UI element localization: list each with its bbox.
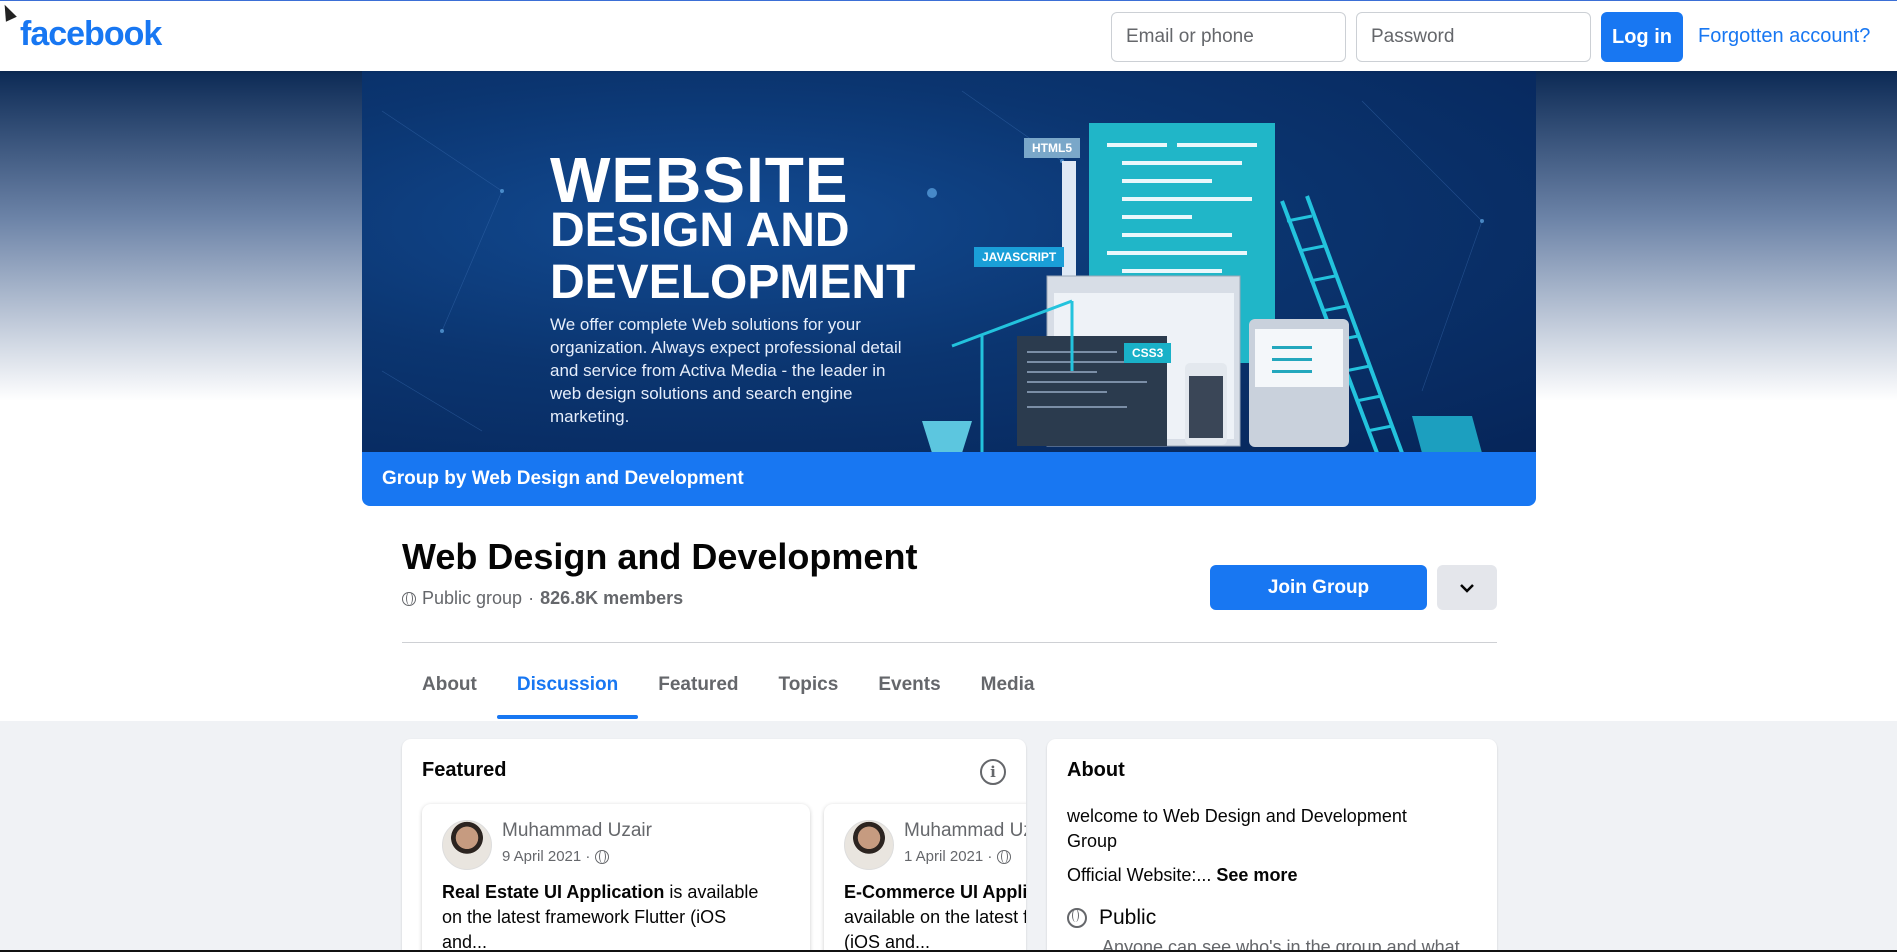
post-date-text[interactable]: 9 April 2021 ·	[502, 848, 590, 865]
globe-icon	[595, 849, 610, 864]
group-tabs: About Discussion Featured Topics Events …	[402, 650, 1055, 720]
about-website-text: Official Website:...	[1067, 865, 1212, 885]
cover-subheadline: DESIGN AND DEVELOPMENT	[550, 204, 916, 309]
post-title[interactable]: E-Commerce UI Application	[844, 882, 1026, 902]
featured-card: Featured i Muhammad Uzair 9 April 2021 ·…	[402, 739, 1026, 952]
html5-badge: HTML5	[1024, 138, 1080, 158]
tab-media[interactable]: Media	[961, 650, 1055, 719]
globe-icon	[1067, 908, 1087, 928]
post-text: E-Commerce UI Application is available o…	[844, 880, 1026, 952]
globe-icon	[402, 591, 416, 606]
avatar[interactable]	[442, 820, 492, 870]
tab-events[interactable]: Events	[858, 650, 960, 719]
login-button[interactable]: Log in	[1601, 12, 1683, 62]
css3-badge: CSS3	[1124, 343, 1172, 363]
globe-icon	[997, 849, 1012, 864]
facebook-logo[interactable]: facebook	[20, 15, 162, 54]
post-title[interactable]: Real Estate UI Application	[442, 882, 664, 902]
forgotten-account-link[interactable]: Forgotten account?	[1698, 25, 1870, 48]
about-website: Official Website:... See more	[1067, 863, 1447, 888]
group-privacy: Public group	[422, 588, 523, 608]
header-divider	[402, 642, 1497, 643]
post-date-text[interactable]: 1 April 2021 ·	[904, 848, 992, 865]
post-author[interactable]: Muhammad Uzair	[502, 820, 652, 842]
join-group-button[interactable]: Join Group	[1210, 565, 1427, 610]
group-meta: Public group · 826.8K members	[402, 588, 683, 609]
tab-about[interactable]: About	[402, 650, 497, 719]
meta-separator: ·	[528, 588, 535, 608]
tab-topics[interactable]: Topics	[759, 650, 859, 719]
about-heading: About	[1067, 759, 1125, 781]
post-date: 1 April 2021 ·	[904, 848, 1012, 865]
top-navigation-bar: facebook Email or phone Password Log in …	[0, 0, 1897, 71]
avatar[interactable]	[844, 820, 894, 870]
cover-banner: Group by Web Design and Development	[362, 452, 1536, 506]
about-welcome: welcome to Web Design and Development Gr…	[1067, 806, 1407, 851]
group-title[interactable]: Web Design and Development	[402, 536, 917, 578]
post-date: 9 April 2021 ·	[502, 848, 610, 865]
cover-photo[interactable]: WEBSITE DESIGN AND DEVELOPMENT We offer …	[362, 71, 1536, 453]
tab-featured[interactable]: Featured	[638, 650, 758, 719]
more-options-button[interactable]	[1437, 565, 1497, 610]
featured-post[interactable]: Muhammad Uzair 9 April 2021 · Real Estat…	[422, 804, 810, 952]
post-text: Real Estate UI Application is available …	[442, 880, 772, 952]
javascript-badge: JAVASCRIPT	[974, 247, 1065, 267]
public-label: Public	[1099, 906, 1157, 929]
member-count[interactable]: 826.8K members	[540, 588, 683, 609]
chevron-down-icon	[1460, 583, 1474, 593]
group-header-section: WEBSITE DESIGN AND DEVELOPMENT We offer …	[0, 71, 1897, 721]
about-card: About welcome to Web Design and Developm…	[1047, 739, 1497, 952]
cover-description: We offer complete Web solutions for your…	[550, 315, 902, 426]
post-author[interactable]: Muhammad Uzair	[904, 820, 1026, 842]
tab-discussion[interactable]: Discussion	[496, 650, 639, 719]
featured-heading: Featured	[422, 759, 507, 781]
password-field[interactable]: Password	[1356, 12, 1591, 62]
featured-post[interactable]: Muhammad Uzair 1 April 2021 · E-Commerce…	[824, 804, 1026, 952]
info-icon[interactable]: i	[980, 759, 1006, 785]
public-row: Public	[1067, 906, 1156, 930]
see-more-link[interactable]: See more	[1216, 865, 1297, 885]
email-field[interactable]: Email or phone	[1111, 12, 1346, 62]
